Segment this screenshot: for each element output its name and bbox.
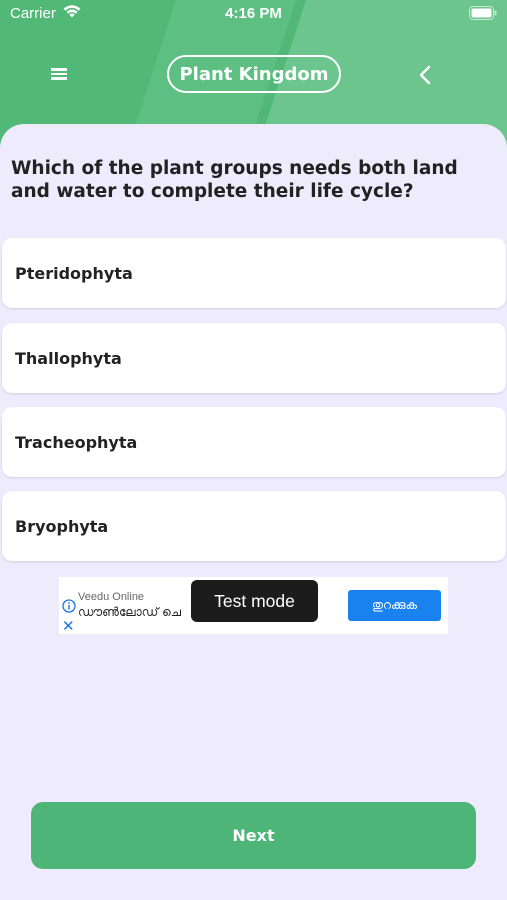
clock: 4:16 PM — [225, 5, 282, 22]
status-bar: Carrier 4:16 PM — [0, 0, 507, 28]
battery-icon — [469, 6, 497, 20]
test-mode-toast: Test mode — [191, 580, 318, 622]
ad-source: Veedu Online — [78, 591, 145, 603]
next-button[interactable]: Next — [31, 802, 476, 869]
answer-option[interactable]: Tracheophyta — [2, 407, 506, 477]
ad-open-button[interactable]: തുറക്കുക — [348, 590, 441, 621]
menu-icon[interactable] — [51, 66, 71, 82]
answer-option[interactable]: Thallophyta — [2, 323, 506, 393]
answer-option[interactable]: Pteridophyta — [2, 238, 506, 308]
back-icon[interactable] — [416, 64, 436, 86]
close-icon[interactable]: ✕ — [62, 617, 75, 635]
question-text: Which of the plant groups needs both lan… — [11, 158, 458, 202]
info-icon[interactable] — [62, 599, 76, 613]
answer-option[interactable]: Bryophyta — [2, 491, 506, 561]
page-title: Plant Kingdom — [167, 55, 341, 93]
